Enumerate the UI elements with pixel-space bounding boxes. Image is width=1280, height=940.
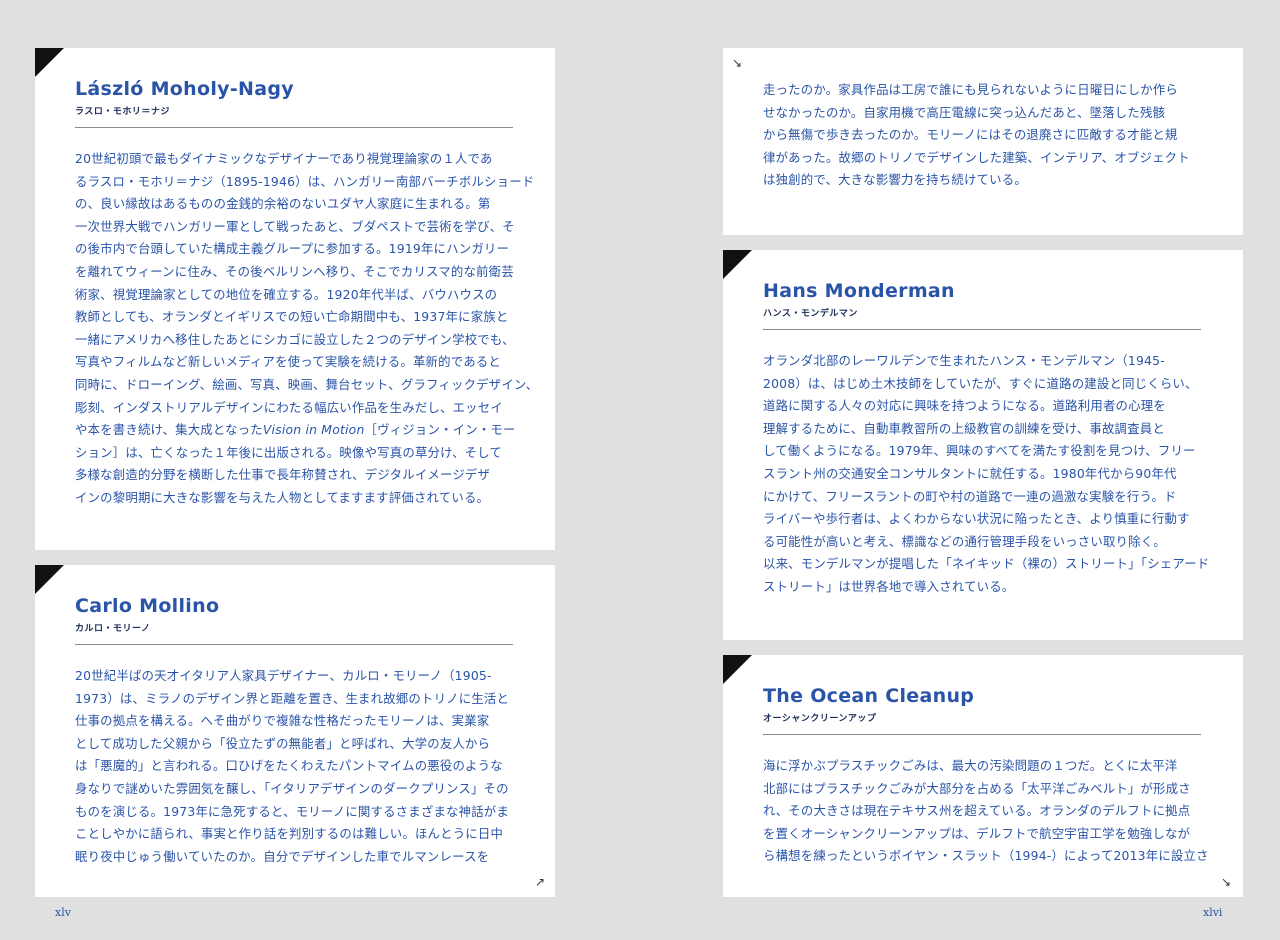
corner-marker xyxy=(723,655,752,684)
body-line: 眠り夜中じゅう働いていたのか。自分でデザインした車でルマンレースを xyxy=(75,848,490,864)
corner-marker xyxy=(35,48,64,77)
entry-title: Carlo Mollino xyxy=(75,595,220,617)
body-line: 彫刻、インダストリアルデザインにわたる幅広い作品を生みだし、エッセイ xyxy=(75,399,503,415)
body-line: の、良い縁故はあるものの金銭的余裕のないユダヤ人家庭に生まれる。第 xyxy=(75,196,491,212)
body-line: して働くようになる。1979年、興味のすべてを満たす役割を見つけ、フリー xyxy=(763,443,1196,459)
corner-marker xyxy=(35,565,64,594)
end-arrow-icon: ↘ xyxy=(1220,875,1231,889)
page-number-right: xlvi xyxy=(1203,906,1223,919)
body-line: を離れてウィーンに住み、その後ベルリンへ移り、そこでカリスマ的な前衛芸 xyxy=(75,263,514,279)
body-line: 仕事の拠点を構える。へそ曲がりで複雑な性格だったモリーノは、実業家 xyxy=(75,713,490,729)
body-line: ストリート」は世界各地で導入されている。 xyxy=(763,578,1015,594)
body-line: 多様な創造的分野を横断した仕事で長年称賛され、デジタルイメージデザ xyxy=(75,467,491,483)
entry-body: 海に浮かぶプラスチックごみは、最大の汚染問題の１つだ。とくに太平洋 北部にはプラ… xyxy=(763,755,1209,868)
body-line: 2008）は、はじめ土木技師をしていたが、すぐに道路の建設と同じくらい、 xyxy=(763,375,1198,391)
title-divider xyxy=(763,329,1201,330)
title-divider xyxy=(75,127,513,128)
body-line: ション］は、亡くなった１年後に出版される。映像や写真の草分け、そして xyxy=(75,444,503,460)
body-line: れ、その大きさは現在テキサス州を超えている。オランダのデルフトに拠点 xyxy=(763,803,1191,819)
entry-title: Hans Monderman xyxy=(763,280,955,302)
body-line: は「悪魔的」と言われる。口ひげをたくわえたパントマイムの悪役のような xyxy=(75,758,503,774)
body-line: 写真やフィルムなど新しいメディアを使って実験を続ける。革新的であると xyxy=(75,354,501,370)
entry-kana-reading: ラスロ・モホリ＝ナジ xyxy=(75,107,170,117)
body-line: インの黎明期に大きな影響を与えた人物としてますます評価されている。 xyxy=(75,489,490,505)
body-line: る可能性が高いと考え、標識などの通行管理手段をいっさい取り除く。 xyxy=(763,533,1166,549)
entry-body: 20世紀半ばの天才イタリア人家具デザイナー、カルロ・モリーノ（1905- 197… xyxy=(75,665,509,868)
body-line: 一次世界大戦でハンガリー軍として戦ったあと、ブダペストで芸術を学び、そ xyxy=(75,218,515,234)
body-line: せなかったのか。自家用機で高圧電線に突っ込んだあと、墜落した残骸 xyxy=(763,104,1166,120)
body-line: 1973）は、ミラノのデザイン界と距離を置き、生まれ故郷のトリノに生活と xyxy=(75,690,510,706)
body-line: の後市内で台頭していた構成主義グループに参加する。1919年にハンガリー xyxy=(75,241,510,257)
title-divider xyxy=(75,644,513,645)
continued-arrow-icon: ↘ xyxy=(732,56,743,70)
continue-arrow-icon: ↗ xyxy=(534,875,545,889)
entry-body: オランダ北部のレーワルデンで生まれたハンス・モンデルマン（1945- 2008）… xyxy=(763,350,1209,599)
book-title: Vision in Motion xyxy=(262,422,365,438)
entry-kana-reading: ハンス・モンデルマン xyxy=(763,309,858,319)
entry-card-moholy-nagy: László Moholy-Nagy ラスロ・モホリ＝ナジ 20世紀初頭で最もダ… xyxy=(35,48,555,550)
entry-kana-reading: カルロ・モリーノ xyxy=(75,624,151,634)
body-line: として成功した父親から「役立たずの無能者」と呼ばれ、大学の友人から xyxy=(75,735,491,751)
entry-card-ocean-cleanup: The Ocean Cleanup オーシャンクリーンアップ 海に浮かぶプラスチ… xyxy=(723,655,1243,897)
body-line: 道路に関する人々の対応に興味を持つようになる。道路利用者の心理を xyxy=(763,398,1166,414)
body-line: 律があった。故郷のトリノでデザインした建築、インテリア、オブジェクト xyxy=(763,149,1190,165)
corner-marker xyxy=(723,250,752,279)
body-line: 海に浮かぶプラスチックごみは、最大の汚染問題の１つだ。とくに太平洋 xyxy=(763,758,1178,773)
body-line: を置くオーシャンクリーンアップは、デルフトで航空宇宙工学を勉強しなが xyxy=(763,825,1191,841)
body-line: にかけて、フリースラントの町や村の道路で一連の過激な実験を行う。ド xyxy=(763,488,1177,504)
body-line: 以来、モンデルマンが提唱した「ネイキッド（裸の）ストリート」「シェアード xyxy=(763,556,1210,572)
body-line: るラスロ・モホリ＝ナジ（1895-1946）は、ハンガリー南部バーチボルショード xyxy=(75,173,535,189)
body-line: オランダ北部のレーワルデンで生まれたハンス・モンデルマン（1945- xyxy=(763,353,1165,368)
body-line: から無傷で歩き去ったのか。モリーノにはその退廃さに匹敵する才能と規 xyxy=(763,127,1178,143)
body-line: スラント州の交通安全コンサルタントに就任する。1980年代から90年代 xyxy=(763,465,1177,481)
body-line: 20世紀初頭で最もダイナミックなデザイナーであり視覚理論家の１人であ xyxy=(75,151,493,166)
body-line: 教師としても、オランダとイギリスでの短い亡命期間中も、1937年に家族と xyxy=(75,309,509,325)
entry-title: The Ocean Cleanup xyxy=(763,685,975,707)
continuation-body: 走ったのか。家具作品は工房で誰にも見られないように日曜日にしか作ら せなかったの… xyxy=(763,79,1190,192)
body-line: 理解するために、自動車教習所の上級教官の訓練を受け、事故調査員と xyxy=(763,420,1165,436)
body-line: ものを演じる。1973年に急死すると、モリーノに関するさまざまな神話がま xyxy=(75,803,509,819)
body-line: ライバーや歩行者は、よくわからない状況に陥ったとき、より慎重に行動す xyxy=(763,511,1190,527)
body-line: や本を書き続け、集大成となったVision in Motion［ヴィジョン・イン… xyxy=(75,422,516,438)
body-line: ら構想を練ったというボイヤン・スラット（1994-）によって2013年に設立さ xyxy=(763,848,1209,864)
body-line: 一緒にアメリカへ移住したあとにシカゴに設立した２つのデザイン学校でも、 xyxy=(75,331,515,347)
entry-card-mollino: Carlo Mollino カルロ・モリーノ 20世紀半ばの天才イタリア人家具デ… xyxy=(35,565,555,897)
entry-kana-reading: オーシャンクリーンアップ xyxy=(763,714,877,724)
entry-title: László Moholy-Nagy xyxy=(75,78,294,100)
entry-card-monderman: Hans Monderman ハンス・モンデルマン オランダ北部のレーワルデンで… xyxy=(723,250,1243,640)
body-line: 同時に、ドローイング、絵画、写真、映画、舞台セット、グラフィックデザイン、 xyxy=(75,376,539,392)
title-divider xyxy=(763,734,1201,735)
body-line: は独創的で、大きな影響力を持ち続けている。 xyxy=(763,172,1027,188)
continuation-card-mollino: ↘ 走ったのか。家具作品は工房で誰にも見られないように日曜日にしか作ら せなかっ… xyxy=(723,48,1243,235)
body-line: 身なりで謎めいた雰囲気を醸し、「イタリアデザインのダークプリンス」その xyxy=(75,780,509,796)
body-line: 走ったのか。家具作品は工房で誰にも見られないように日曜日にしか作ら xyxy=(763,82,1178,97)
body-line: 術家、視覚理論家としての地位を確立する。1920年代半ば、バウハウスの xyxy=(75,286,498,302)
entry-body: 20世紀初頭で最もダイナミックなデザイナーであり視覚理論家の１人であ るラスロ・… xyxy=(75,148,538,510)
page-number-left: xlv xyxy=(55,906,71,919)
body-line: 20世紀半ばの天才イタリア人家具デザイナー、カルロ・モリーノ（1905- xyxy=(75,668,492,683)
body-line: 北部にはプラスチックごみが大部分を占める「太平洋ごみベルト」が形成さ xyxy=(763,780,1191,796)
body-line: ことしやかに語られ、事実と作り話を判別するのは難しい。ほんとうに日中 xyxy=(75,826,504,842)
